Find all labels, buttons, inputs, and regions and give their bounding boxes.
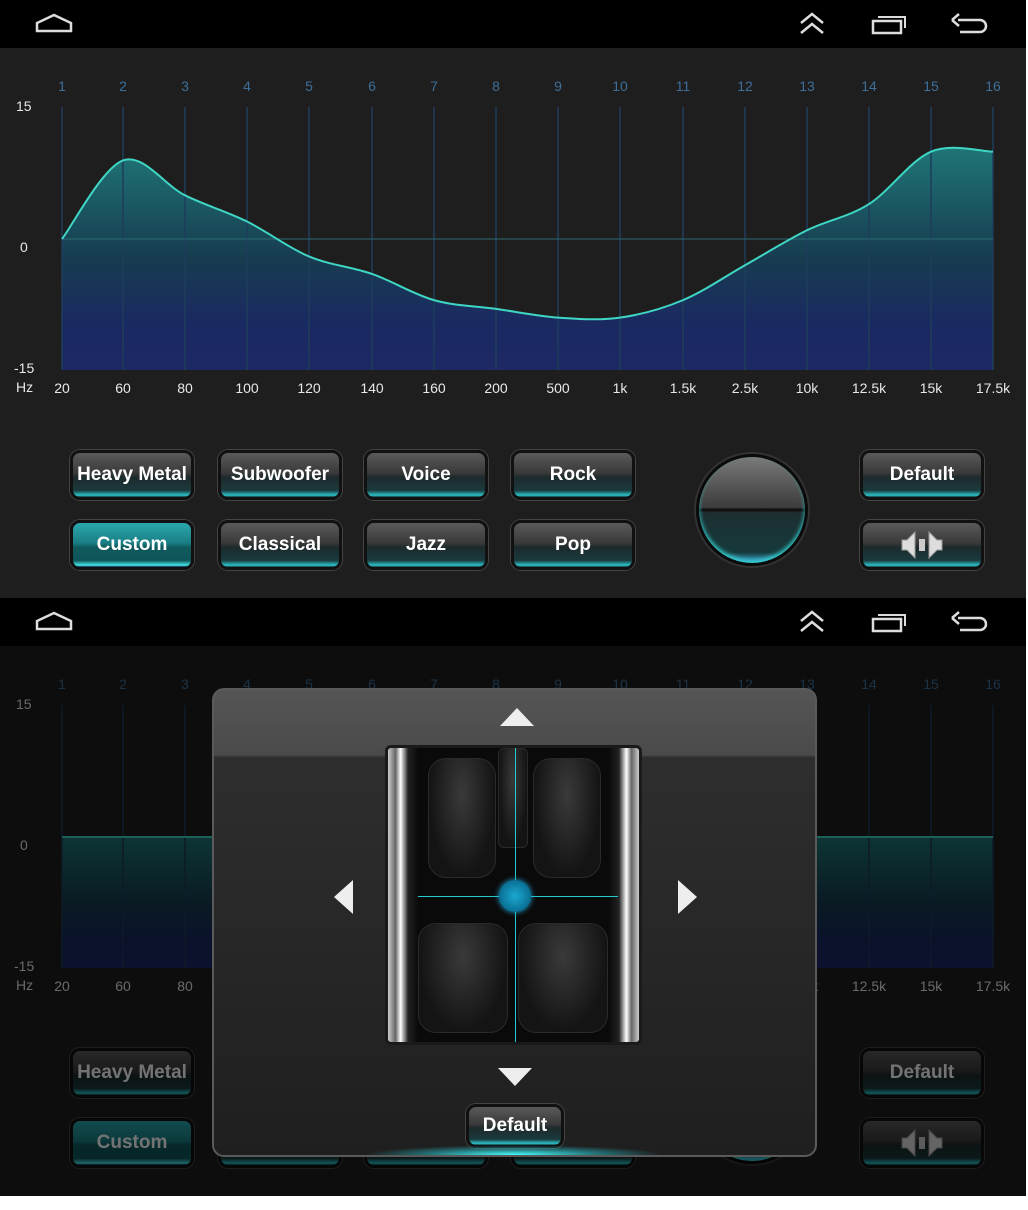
frequency-label: 10k <box>795 380 819 396</box>
frequency-label: 100 <box>235 380 259 396</box>
frequency-label: 60 <box>115 380 131 396</box>
preset-button-custom[interactable]: Custom <box>70 520 194 570</box>
eq-screen-2: 15 0 -15 Hz 1202603804100512061407160820… <box>0 598 1026 1196</box>
eq-band-point <box>614 312 626 324</box>
eq-band-point <box>117 154 129 166</box>
eq-curve-svg <box>56 107 999 370</box>
eq-band-point <box>366 268 378 280</box>
frequency-label: 120 <box>297 380 321 396</box>
double-chevron-up-icon[interactable] <box>792 608 832 638</box>
preset-button-classical[interactable]: Classical <box>218 520 342 570</box>
balance-fader-popup: Default <box>212 688 817 1157</box>
speaker-balance-icon <box>901 530 943 560</box>
frequency-label: 20 <box>54 380 70 396</box>
eq-band-point <box>677 294 689 306</box>
eq-area <box>62 147 993 370</box>
home-icon[interactable] <box>34 10 74 40</box>
car-interior-image[interactable] <box>385 745 642 1045</box>
band-number: 3 <box>181 78 189 94</box>
preset-button-heavy-metal[interactable]: Heavy Metal <box>70 450 194 500</box>
popup-glow <box>364 1145 664 1155</box>
back-arrow-icon[interactable] <box>948 10 988 40</box>
eq-band-point <box>303 250 315 262</box>
frequency-label: 12.5k <box>851 380 887 396</box>
eq-band-point <box>179 189 191 201</box>
band-number: 1 <box>58 78 66 94</box>
arrow-right-icon[interactable] <box>678 880 697 914</box>
eq-graph[interactable]: 15 0 -15 Hz 1202603804100512061407160820… <box>0 48 1026 428</box>
popup-default-button[interactable]: Default <box>466 1104 564 1148</box>
band-number: 16 <box>985 78 1001 94</box>
eq-band-point <box>56 233 68 245</box>
eq-band-point <box>739 259 751 271</box>
eq-band-point <box>801 224 813 236</box>
recent-apps-icon[interactable] <box>869 10 909 40</box>
double-chevron-up-icon[interactable] <box>792 10 832 40</box>
band-number: 9 <box>554 78 562 94</box>
frequency-label: 160 <box>422 380 446 396</box>
frequency-label: 200 <box>484 380 508 396</box>
band-number: 8 <box>492 78 500 94</box>
arrow-down-icon[interactable] <box>498 1068 532 1086</box>
preset-button-pop[interactable]: Pop <box>511 520 635 570</box>
band-number: 7 <box>430 78 438 94</box>
arrow-up-icon[interactable] <box>500 708 534 726</box>
frequency-label: 17.5k <box>975 380 1011 396</box>
arrow-left-icon[interactable] <box>334 880 353 914</box>
recent-apps-icon[interactable] <box>869 608 909 638</box>
preset-button-jazz[interactable]: Jazz <box>364 520 488 570</box>
band-number: 4 <box>243 78 251 94</box>
preset-button-default[interactable]: Default <box>860 450 984 500</box>
volume-knob[interactable] <box>696 454 808 566</box>
preset-button-voice[interactable]: Voice <box>364 450 488 500</box>
eq-band-point <box>490 303 502 315</box>
navigation-bar <box>0 0 1026 48</box>
speaker-balance-button[interactable] <box>860 520 984 570</box>
band-number: 14 <box>861 78 877 94</box>
band-number: 12 <box>737 78 753 94</box>
home-icon[interactable] <box>34 608 74 638</box>
eq-band-point <box>987 146 999 158</box>
frequency-label: 2.5k <box>731 380 759 396</box>
balance-position-dot[interactable] <box>499 880 531 912</box>
eq-band-point <box>925 146 937 158</box>
band-number: 11 <box>675 78 691 94</box>
frequency-label: 15k <box>919 380 943 396</box>
eq-band-point <box>241 216 253 228</box>
preset-button-subwoofer[interactable]: Subwoofer <box>218 450 342 500</box>
frequency-label: 80 <box>177 380 193 396</box>
back-arrow-icon[interactable] <box>948 608 988 638</box>
eq-screen-1: 15 0 -15 Hz 1 20 2 60 3 80 4 100 5 120 6 140 7 160 8 20… <box>0 0 1026 598</box>
preset-button-rock[interactable]: Rock <box>511 450 635 500</box>
band-number: 6 <box>368 78 376 94</box>
frequency-label: 1.5k <box>669 380 697 396</box>
frequency-label: 1k <box>612 380 628 396</box>
band-number: 2 <box>119 78 127 94</box>
frequency-label: 140 <box>360 380 384 396</box>
band-number: 15 <box>923 78 939 94</box>
eq-band-point <box>428 294 440 306</box>
eq-band-point <box>863 198 875 210</box>
navigation-bar <box>0 598 1026 646</box>
frequency-label: 500 <box>546 380 570 396</box>
band-number: 10 <box>612 78 628 94</box>
band-number: 5 <box>305 78 313 94</box>
band-number: 13 <box>799 78 815 94</box>
eq-band-point <box>552 312 564 324</box>
